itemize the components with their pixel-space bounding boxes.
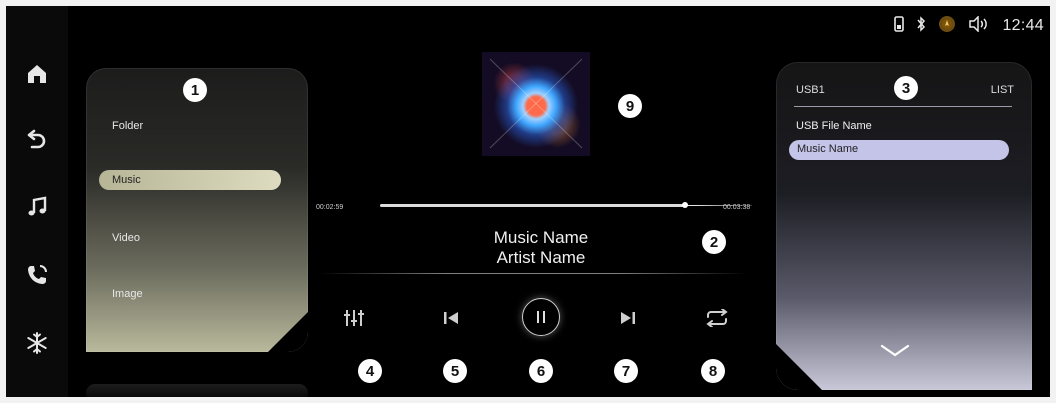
callout-badge: 6 [529, 359, 553, 383]
callout-badge: 5 [443, 359, 467, 383]
file-list-item[interactable]: USB File Name [796, 120, 872, 132]
track-title: Music Name [493, 228, 589, 247]
volume-icon[interactable] [968, 15, 990, 36]
side-navigation [6, 6, 68, 397]
pause-icon [537, 311, 545, 323]
equalizer-icon[interactable] [340, 306, 368, 330]
file-list-panel: USB1 LIST USB File Name Music Name [776, 62, 1032, 390]
usb-source-label[interactable]: USB1 [796, 84, 825, 96]
menu-item-video[interactable]: Video [112, 232, 140, 244]
source-menu-panel: Folder Music Video Image [86, 68, 308, 352]
divider [794, 106, 1012, 107]
callout-badge: 4 [358, 359, 382, 383]
previous-icon[interactable] [437, 306, 465, 330]
panel-corner [268, 312, 308, 352]
file-list-item-label: Music Name [797, 143, 859, 155]
artist-name: Artist Name [496, 248, 586, 267]
total-time: 00:03:38 [723, 204, 751, 211]
progress-fill [380, 204, 685, 207]
pause-button[interactable] [522, 298, 560, 336]
status-bar: 12:44 [894, 14, 1044, 38]
menu-item-image[interactable]: Image [112, 288, 143, 300]
menu-item-music-label: Music [112, 174, 141, 186]
callout-badge: 9 [618, 94, 642, 118]
callout-badge: 8 [701, 359, 725, 383]
home-icon[interactable] [22, 59, 52, 89]
head-unit-screen: 12:44 Folder Music Video Image USB1 LIST… [6, 6, 1050, 397]
callout-badge: 7 [614, 359, 638, 383]
album-art [482, 52, 590, 156]
clock: 12:44 [1002, 17, 1044, 34]
menu-item-music[interactable]: Music [99, 170, 281, 190]
callout-badge: 1 [183, 78, 207, 102]
phone-call-icon[interactable] [22, 260, 52, 290]
elapsed-time: 00:02:59 [316, 204, 344, 211]
callout-badge: 3 [894, 76, 918, 100]
bluetooth-icon [916, 16, 926, 36]
climate-icon[interactable] [22, 328, 52, 358]
menu-item-folder[interactable]: Folder [112, 120, 143, 132]
panel-corner [776, 344, 822, 390]
callout-badge: 2 [702, 230, 726, 254]
phone-icon [894, 16, 905, 36]
divider [318, 273, 748, 274]
list-label[interactable]: LIST [991, 84, 1014, 96]
progress-handle[interactable] [682, 202, 688, 208]
music-icon[interactable] [22, 192, 52, 222]
navigation-icon[interactable] [938, 15, 956, 37]
file-list-item-selected[interactable]: Music Name [789, 140, 1009, 160]
chevron-down-icon[interactable] [880, 344, 910, 363]
next-icon[interactable] [614, 306, 642, 330]
panel-reflection [86, 384, 308, 397]
back-icon[interactable] [22, 124, 52, 154]
repeat-icon[interactable] [700, 306, 734, 330]
